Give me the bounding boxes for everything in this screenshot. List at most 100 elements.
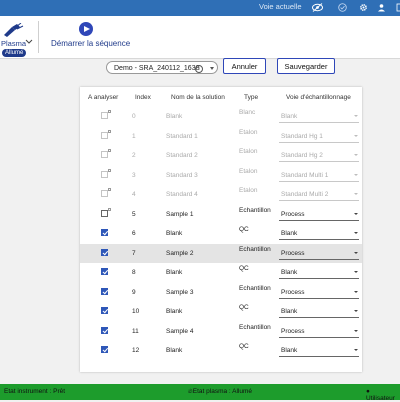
- instrument-status: Etat instrument : Prêt: [4, 388, 65, 395]
- current-lane-label: Voie actuelle: [259, 2, 302, 11]
- column-header-index: Index: [135, 94, 151, 101]
- row-sampling-lane-select[interactable]: Blank: [279, 306, 359, 318]
- caret-down-icon: [354, 252, 358, 254]
- row-type: Etalon: [239, 129, 257, 136]
- analyze-checkbox[interactable]: [101, 229, 108, 236]
- row-type: Etalon: [239, 148, 257, 155]
- row-solution-name: Blank: [166, 269, 182, 276]
- info-icon[interactable]: i: [195, 65, 203, 73]
- chevron-down-icon[interactable]: [25, 32, 33, 38]
- table-row[interactable]: 12BlankQCBlank: [80, 341, 362, 361]
- analyze-checkbox[interactable]: [101, 346, 108, 353]
- row-sampling-lane-select[interactable]: Blank: [279, 267, 359, 279]
- analyze-checkbox[interactable]: [101, 190, 108, 197]
- analyze-checkbox[interactable]: [101, 268, 108, 275]
- analyze-checkbox[interactable]: [101, 132, 108, 139]
- row-type: Echantillon: [239, 285, 271, 292]
- check-circle-icon[interactable]: [337, 2, 348, 13]
- table-row[interactable]: 7Sample 2EchantillonProcess: [80, 244, 362, 264]
- row-sampling-lane-value: Blank: [279, 308, 297, 315]
- row-index: 2: [132, 152, 136, 159]
- table-row[interactable]: 5Sample 1EchantillonProcess: [80, 205, 362, 225]
- row-sampling-lane-select[interactable]: Process: [279, 209, 359, 221]
- save-button[interactable]: Sauvegarder: [277, 58, 335, 74]
- row-sampling-lane-value: Blank: [279, 269, 297, 276]
- caret-down-icon: [354, 271, 358, 273]
- table-row[interactable]: 4Standard 4EtalonStandard Multi 2: [80, 185, 362, 205]
- analyze-checkbox[interactable]: [101, 151, 108, 158]
- row-sampling-lane-select[interactable]: Process: [279, 248, 359, 260]
- row-sampling-lane-select[interactable]: Process: [279, 287, 359, 299]
- row-sampling-lane-value: Process: [279, 328, 304, 335]
- table-row[interactable]: 3Standard 3EtalonStandard Multi 1: [80, 166, 362, 186]
- row-index: 4: [132, 191, 136, 198]
- table-row[interactable]: 8BlankQCBlank: [80, 263, 362, 283]
- row-solution-name: Blank: [166, 113, 182, 120]
- row-solution-name: Standard 1: [166, 133, 198, 140]
- row-type: QC: [239, 226, 249, 233]
- row-solution-name: Sample 4: [166, 328, 193, 335]
- row-index: 10: [132, 308, 139, 315]
- analyze-checkbox[interactable]: [101, 288, 108, 295]
- row-sampling-lane-value: Standard Multi 2: [279, 191, 328, 198]
- row-sampling-lane-select[interactable]: Blank: [279, 345, 359, 357]
- checkbox-corner-icon: [108, 188, 111, 191]
- row-solution-name: Sample 3: [166, 289, 193, 296]
- caret-down-icon: [354, 349, 358, 351]
- row-type: Echantillon: [239, 324, 271, 331]
- row-sampling-lane-select: Standard Multi 1: [279, 170, 359, 182]
- table-row[interactable]: 10 Blank QC Blank: [80, 302, 362, 322]
- sequence-select[interactable]: Demo - SRA_240112_1638 i: [106, 61, 218, 74]
- title-bar: Voie actuelle: [0, 0, 400, 16]
- row-type: QC: [239, 304, 249, 311]
- row-type: Blanc: [239, 109, 255, 116]
- analyze-checkbox[interactable]: [101, 210, 108, 217]
- gear-icon[interactable]: [358, 2, 369, 13]
- eye-off-icon[interactable]: [312, 2, 323, 13]
- row-sampling-lane-value: Standard Hg 1: [279, 133, 323, 140]
- row-sampling-lane-select[interactable]: Blank: [279, 228, 359, 240]
- start-sequence-button[interactable]: Démarrer la séquence: [51, 39, 130, 48]
- row-solution-name: Blank: [166, 308, 182, 315]
- plasma-status: 🔥︎Etat plasma : Allumé: [188, 388, 252, 396]
- table-row[interactable]: 6BlankQCBlank: [80, 224, 362, 244]
- cancel-button[interactable]: Annuler: [223, 58, 266, 74]
- caret-down-icon[interactable]: [210, 67, 214, 70]
- user-icon: ●: [366, 388, 370, 395]
- analyze-checkbox[interactable]: [101, 327, 108, 334]
- row-index: 0: [132, 113, 136, 120]
- table-row[interactable]: 11Sample 4EchantillonProcess: [80, 322, 362, 342]
- toolbar: Plasma Allumé Démarrer la séquence: [0, 16, 400, 59]
- checkbox-corner-icon: [108, 169, 111, 172]
- analyze-checkbox[interactable]: [101, 307, 108, 314]
- plasma-label[interactable]: Plasma: [1, 39, 26, 48]
- caret-down-icon: [354, 154, 358, 156]
- row-sampling-lane-value: Process: [279, 211, 304, 218]
- row-type: QC: [239, 265, 249, 272]
- more-icon[interactable]: [393, 2, 400, 13]
- caret-down-icon: [354, 193, 358, 195]
- analyze-checkbox[interactable]: [101, 171, 108, 178]
- row-index: 1: [132, 133, 136, 140]
- user-status-text: Utilisateur: [366, 395, 395, 402]
- caret-down-icon: [354, 330, 358, 332]
- plasma-torch-icon[interactable]: [2, 23, 24, 37]
- row-solution-name: Blank: [166, 347, 182, 354]
- row-sampling-lane-select[interactable]: Process: [279, 326, 359, 338]
- row-sampling-lane-select: Blank: [279, 111, 359, 123]
- table-row[interactable]: 0 Blank Blanc Blank: [80, 107, 362, 127]
- table-row[interactable]: 9Sample 3EchantillonProcess: [80, 283, 362, 303]
- table-row[interactable]: 2Standard 2EtalonStandard Hg 2: [80, 146, 362, 166]
- user-icon[interactable]: [376, 2, 387, 13]
- row-type: Echantillon: [239, 207, 271, 214]
- caret-down-icon: [354, 115, 358, 117]
- row-sampling-lane-value: Standard Hg 2: [279, 152, 323, 159]
- status-bar: Etat instrument : Prêt 🔥︎Etat plasma : A…: [0, 384, 400, 400]
- caret-down-icon: [354, 135, 358, 137]
- play-icon[interactable]: [79, 22, 93, 36]
- row-sampling-lane-value: Blank: [279, 230, 297, 237]
- table-row[interactable]: 1 Standard 1 Etalon Standard Hg 1: [80, 127, 362, 147]
- analyze-checkbox[interactable]: [101, 112, 108, 119]
- checkbox-corner-icon: [108, 149, 111, 152]
- analyze-checkbox[interactable]: [101, 249, 108, 256]
